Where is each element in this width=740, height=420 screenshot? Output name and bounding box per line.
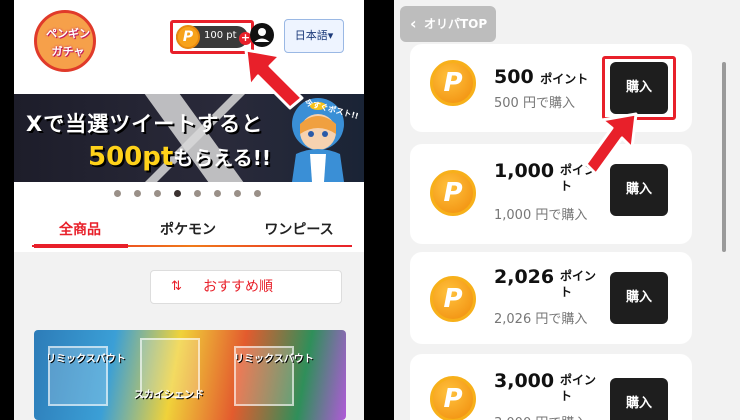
right-phone-screen: ‹ オリパTOP P 500 ポイント 500 円で購入 購入 P 1,000 … (394, 0, 740, 420)
logo-line1: ペンギン (46, 27, 90, 40)
carousel-dot[interactable] (114, 190, 121, 197)
package-unit: ポイント (560, 373, 597, 403)
sort-label: おすすめ順 (203, 279, 273, 295)
account-icon[interactable] (250, 23, 274, 47)
carousel-dot[interactable] (154, 190, 161, 197)
category-tabs: 全商品 ポケモン ワンピース (32, 214, 352, 248)
carousel-dot-active[interactable] (174, 190, 181, 197)
pointer-arrow-icon (584, 112, 638, 176)
banner-highlight: 500pt (88, 142, 174, 172)
point-package-card: P 1,000 ポイント 1,000 円で購入 購入 (410, 144, 692, 244)
site-logo[interactable]: ペンギン ガチャ (34, 10, 96, 72)
package-price: 1,000 円で購入 (494, 208, 588, 223)
package-price: 500 円で購入 (494, 96, 575, 111)
points-value: 100 pt (204, 30, 237, 41)
back-button-label: オリパTOP (424, 17, 488, 31)
site-header: ペンギン ガチャ P 100 pt + 日本語▾ (14, 0, 364, 80)
buy-button[interactable]: 購入 (610, 378, 668, 420)
carousel-dot[interactable] (194, 190, 201, 197)
product-card-image[interactable]: リミックスバウト スカイシェンド リミックスバウト (34, 330, 346, 420)
point-coin-icon: P (430, 170, 476, 216)
pointer-arrow-icon (244, 48, 304, 110)
carousel-dots (114, 190, 284, 200)
package-amount-value: 2,026 (494, 266, 555, 288)
point-coin-icon: P (176, 25, 200, 49)
product-label: スカイシェンド (134, 390, 204, 401)
product-label: リミックスバウト (46, 354, 126, 365)
point-package-card: P 2,026 ポイント 2,026 円で購入 購入 (410, 252, 692, 344)
points-pill: P 100 pt (176, 25, 248, 49)
package-price: 2,026 円で購入 (494, 312, 588, 327)
carousel-dot[interactable] (234, 190, 241, 197)
point-coin-icon: P (430, 276, 476, 322)
package-amount-value: 3,000 (494, 370, 555, 392)
carousel-dot[interactable] (254, 190, 261, 197)
point-coin-icon: P (430, 60, 476, 106)
package-amount: 500 ポイント (494, 66, 588, 88)
package-unit: ポイント (540, 72, 589, 86)
carousel-dot[interactable] (214, 190, 221, 197)
left-phone-screen: ペンギン ガチャ P 100 pt + 日本語▾ Xで当選ツイートすると 500… (14, 0, 364, 420)
package-amount-value: 1,000 (494, 160, 555, 182)
chevron-left-icon: ‹ (410, 14, 417, 33)
logo-line2: ガチャ (51, 45, 85, 58)
point-package-card: P 3,000 ポイント 3,000 円で購入 購入 (410, 354, 692, 420)
banner-subline: 500ptもらえる!! (88, 142, 271, 172)
tab-pokemon[interactable]: ポケモン (138, 214, 238, 248)
sort-icon: ⇅ (171, 279, 182, 294)
carousel-dot[interactable] (134, 190, 141, 197)
product-label: リミックスバウト (234, 354, 314, 365)
tab-one-piece[interactable]: ワンピース (246, 214, 352, 248)
back-to-oripa-top-button[interactable]: ‹ オリパTOP (400, 6, 496, 42)
package-price: 3,000 円で購入 (494, 412, 587, 420)
banner-headline: Xで当選ツイートすると (26, 112, 264, 136)
package-unit: ポイント (560, 269, 597, 299)
promo-banner[interactable]: Xで当選ツイートすると 500ptもらえる!! 今すぐポスト!! (14, 94, 364, 182)
tab-all-products[interactable]: 全商品 (32, 214, 128, 248)
banner-subline-rest: もらえる!! (173, 146, 271, 170)
screenshot-stage: ペンギン ガチャ P 100 pt + 日本語▾ Xで当選ツイートすると 500… (0, 0, 740, 420)
buy-button[interactable]: 購入 (610, 272, 668, 324)
top-bar: ‹ オリパTOP (394, 0, 740, 44)
scrollbar[interactable] (722, 62, 726, 252)
tab-active-indicator (34, 244, 128, 248)
package-amount-value: 500 (494, 66, 534, 88)
point-coin-icon: P (430, 376, 476, 420)
sort-button[interactable]: ⇅ おすすめ順 (150, 270, 342, 304)
